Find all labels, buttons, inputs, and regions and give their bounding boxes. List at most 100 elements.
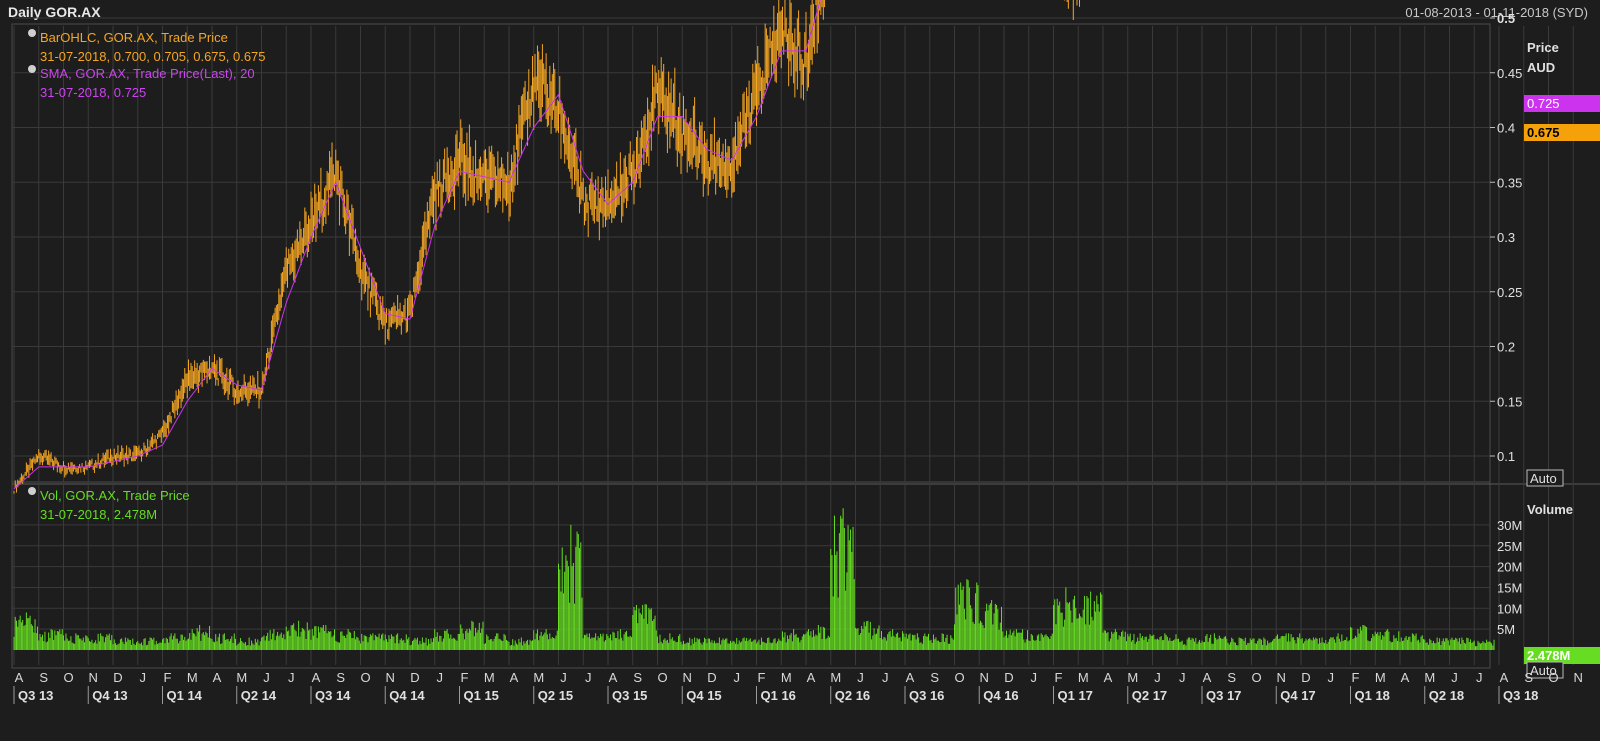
- quarter-label: Q2 14: [241, 688, 277, 703]
- price-tick-label: 0.5: [1497, 11, 1515, 26]
- month-label: M: [236, 670, 247, 685]
- month-label: J: [734, 670, 741, 685]
- legend-toggle-icon[interactable]: [28, 29, 36, 37]
- month-label: O: [360, 670, 370, 685]
- month-label: S: [39, 670, 48, 685]
- month-label: S: [633, 670, 642, 685]
- month-label: J: [437, 670, 444, 685]
- quarter-label: Q3 15: [612, 688, 647, 703]
- volume-legend-values: 31-07-2018, 2.478M: [40, 507, 157, 522]
- volume-legend-name: Vol, GOR.AX, Trade Price: [40, 488, 190, 503]
- quarter-label: Q1 17: [1058, 688, 1093, 703]
- price-tick-label: 0.2: [1497, 340, 1515, 355]
- month-label: J: [1451, 670, 1458, 685]
- quarter-label: Q2 16: [835, 688, 870, 703]
- volume-tick-label: 5M: [1497, 622, 1515, 637]
- month-label: S: [1227, 670, 1236, 685]
- month-label: D: [1004, 670, 1013, 685]
- month-label: D: [113, 670, 122, 685]
- quarter-label: Q3 16: [909, 688, 944, 703]
- month-label: J: [1031, 670, 1038, 685]
- month-label: D: [707, 670, 716, 685]
- month-label: N: [1574, 670, 1583, 685]
- month-label: S: [930, 670, 939, 685]
- volume-tick-label: 25M: [1497, 539, 1522, 554]
- month-label: S: [336, 670, 345, 685]
- month-label: A: [312, 670, 321, 685]
- month-label: M: [1078, 670, 1089, 685]
- price-tick-label: 0.4: [1497, 121, 1515, 136]
- volume-axis-title: Volume: [1527, 502, 1573, 517]
- month-label: J: [882, 670, 889, 685]
- sma-legend-name: SMA, GOR.AX, Trade Price(Last), 20: [40, 66, 255, 81]
- month-label: O: [63, 670, 73, 685]
- price-auto-label: Auto: [1530, 471, 1557, 486]
- quarter-label: Q1 15: [464, 688, 499, 703]
- month-label: A: [1500, 670, 1509, 685]
- month-label: D: [1301, 670, 1310, 685]
- quarter-label: Q2 17: [1132, 688, 1167, 703]
- price-panel-frame: [11, 23, 1491, 483]
- month-label: M: [830, 670, 841, 685]
- price-tick-label: 0.25: [1497, 285, 1522, 300]
- month-label: F: [461, 670, 469, 685]
- month-label: J: [263, 670, 270, 685]
- month-label: J: [1328, 670, 1335, 685]
- chart-window: Daily GOR.AX 01-08-2013 - 01-11-2018 (SY…: [0, 0, 1600, 741]
- month-label: M: [1424, 670, 1435, 685]
- quarter-label: Q3 14: [315, 688, 351, 703]
- ohlc-legend-name: BarOHLC, GOR.AX, Trade Price: [40, 30, 228, 45]
- price-volume-chart[interactable]: 0.8530.7570.673 BarOHLC, GOR.AX, Trade P…: [0, 0, 1600, 741]
- price-axis-title: Price: [1527, 40, 1559, 55]
- month-label: M: [533, 670, 544, 685]
- month-label: O: [1251, 670, 1261, 685]
- price-tick-label: 0.1: [1497, 449, 1515, 464]
- month-label: J: [857, 670, 864, 685]
- month-label: A: [906, 670, 915, 685]
- month-label: J: [1476, 670, 1483, 685]
- month-label: J: [140, 670, 147, 685]
- ohlc-legend-values: 31-07-2018, 0.700, 0.705, 0.675, 0.675: [40, 49, 266, 64]
- month-label: F: [1055, 670, 1063, 685]
- volume-tick-label: 30M: [1497, 518, 1522, 533]
- month-label: O: [657, 670, 667, 685]
- month-label: F: [758, 670, 766, 685]
- quarter-label: Q4 17: [1280, 688, 1315, 703]
- quarter-label: Q4 14: [389, 688, 425, 703]
- legend-toggle-icon[interactable]: [28, 487, 36, 495]
- quarter-label: Q4 15: [686, 688, 721, 703]
- month-label: A: [1203, 670, 1212, 685]
- month-label: M: [1375, 670, 1386, 685]
- month-label: J: [585, 670, 592, 685]
- month-label: A: [213, 670, 222, 685]
- price-tick-label: 0.15: [1497, 394, 1522, 409]
- month-label: A: [1104, 670, 1113, 685]
- sma-legend-values: 31-07-2018, 0.725: [40, 85, 146, 100]
- month-label: F: [1352, 670, 1360, 685]
- volume-tick-label: 20M: [1497, 560, 1522, 575]
- quarter-label: Q2 15: [538, 688, 573, 703]
- month-label: N: [89, 670, 98, 685]
- month-label: D: [410, 670, 419, 685]
- month-label: A: [15, 670, 24, 685]
- month-axis: ASONDJFMAMJJASONDJFMAMJJASONDJFMAMJJASON…: [15, 670, 1583, 685]
- quarter-label: Q1 14: [167, 688, 203, 703]
- quarter-label: Q1 16: [761, 688, 796, 703]
- month-label: N: [386, 670, 395, 685]
- month-label: O: [954, 670, 964, 685]
- price-axis: Price AUD 0.750.70.650.60.550.50.450.40.…: [1490, 11, 1600, 487]
- quarter-label: Q1 18: [1355, 688, 1390, 703]
- quarter-axis: Q3 13 Q4 13 Q1 14 Q2 14 Q3 14 Q4 14 Q1 15 Q2 15…: [13, 686, 1538, 704]
- volume-tick-label: 15M: [1497, 580, 1522, 595]
- month-label: J: [1154, 670, 1161, 685]
- month-label: A: [510, 670, 519, 685]
- quarter-label: Q4 13: [92, 688, 127, 703]
- price-tick-label: 0.45: [1497, 66, 1522, 81]
- legend-toggle-icon[interactable]: [28, 65, 36, 73]
- month-label: A: [1401, 670, 1410, 685]
- month-label: M: [187, 670, 198, 685]
- quarter-label: Q4 16: [983, 688, 1018, 703]
- month-label: J: [1179, 670, 1186, 685]
- month-label: N: [1277, 670, 1286, 685]
- price-tick-label: 0.3: [1497, 230, 1515, 245]
